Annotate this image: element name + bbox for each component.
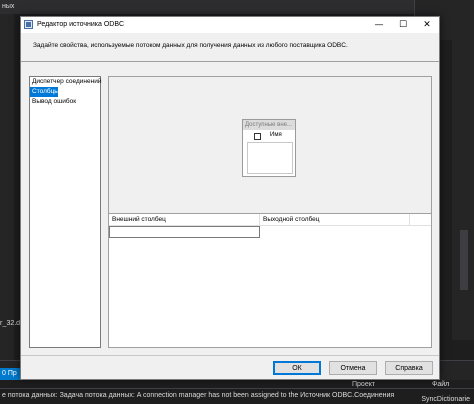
buttons-divider xyxy=(21,355,439,356)
ide-scrollbar-thumb[interactable] xyxy=(460,230,468,290)
external-column-input[interactable] xyxy=(109,226,260,238)
nav-item-connection-manager[interactable]: Диспетчер соединений xyxy=(30,77,102,87)
cancel-button[interactable]: Отмена xyxy=(329,361,377,375)
maximize-button[interactable]: ☐ xyxy=(391,17,415,33)
ide-column-project[interactable]: Проект xyxy=(352,381,375,388)
column-mapping-grid: Внешний столбец Выходной столбец xyxy=(108,213,432,348)
header-output-column: Выходной столбец xyxy=(260,214,410,226)
odbc-source-editor-dialog: Редактор источника ODBC — ☐ ✕ Задайте св… xyxy=(20,16,440,380)
ok-button[interactable]: ОК xyxy=(273,361,321,375)
close-button[interactable]: ✕ xyxy=(415,17,439,33)
dialog-titlebar[interactable]: Редактор источника ODBC — ☐ ✕ xyxy=(21,17,439,33)
description-divider xyxy=(21,61,439,62)
available-columns-title: Доступные вне... xyxy=(243,120,295,130)
ide-error-file: SyncDictionarie xyxy=(421,396,470,403)
ide-column-file[interactable]: Файл xyxy=(432,381,449,388)
ide-left-label[interactable]: г_32.d xyxy=(0,320,22,327)
dialog-title: Редактор источника ODBC xyxy=(37,21,125,28)
help-button[interactable]: Справка xyxy=(385,361,433,375)
ide-menu-bar: ных xyxy=(0,0,474,14)
select-all-checkbox[interactable] xyxy=(254,133,261,140)
dialog-description: Задайте свойства, используемые потоком д… xyxy=(33,42,348,49)
minimize-button[interactable]: — xyxy=(367,17,391,33)
available-columns-list[interactable] xyxy=(247,142,293,174)
nav-item-columns[interactable]: Столбцы xyxy=(30,87,59,97)
ide-right-panel xyxy=(452,40,474,340)
grid-header: Внешний столбец Выходной столбец xyxy=(109,214,431,226)
columns-designer-area: Доступные вне... Имя xyxy=(108,76,432,226)
available-columns-box[interactable]: Доступные вне... Имя xyxy=(242,119,296,177)
ide-error-message: е потока данных: Задача потока данных: A… xyxy=(2,392,395,399)
window-app-icon xyxy=(24,20,33,29)
nav-item-error-output[interactable]: Вывод ошибок xyxy=(30,97,100,107)
ide-status-text: 0 Пр xyxy=(2,370,17,377)
header-external-column: Внешний столбец xyxy=(109,214,260,226)
page-navigation-list: Диспетчер соединений Столбцы Вывод ошибо… xyxy=(29,76,102,348)
name-column-header: Имя xyxy=(270,132,282,138)
ide-top-text: ных xyxy=(2,3,15,10)
